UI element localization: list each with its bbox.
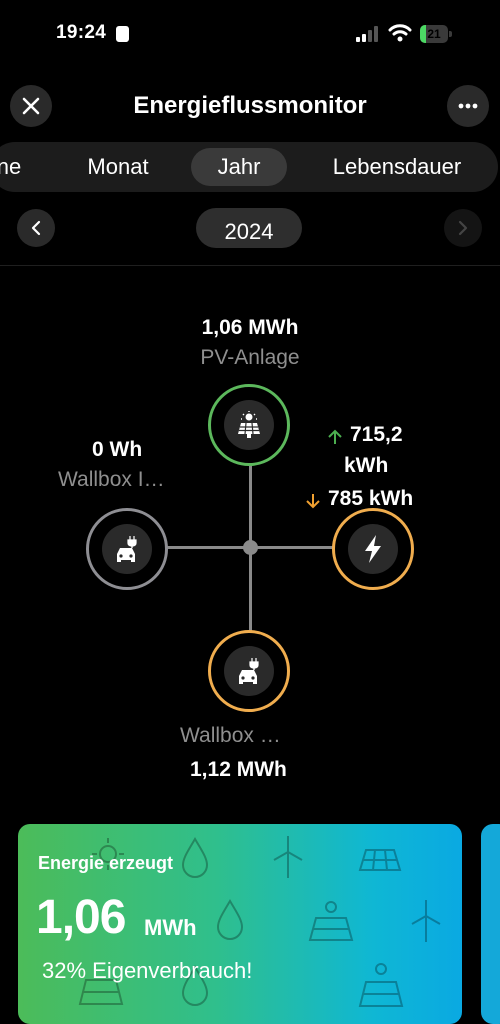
ev-car-icon (117, 536, 137, 562)
battery-icon: 21 (420, 25, 452, 43)
more-button[interactable] (447, 85, 489, 127)
grid-export-value: 715,2 (350, 423, 403, 446)
grid-export-unit: kWh (344, 454, 389, 477)
water-drop-icon (216, 899, 244, 940)
card-unit: MWh (144, 915, 197, 940)
wifi-icon (388, 24, 412, 42)
tab-lebensdauer[interactable]: Lebensdauer (312, 142, 482, 192)
chevron-right-icon (458, 220, 468, 236)
lightning-icon (365, 535, 381, 563)
tab-monat[interactable]: Monat (70, 142, 166, 192)
flow-center-dot (243, 540, 258, 555)
ev-car-icon (239, 658, 259, 684)
card-title: Energie erzeugt (38, 853, 174, 873)
wallbox-left-value: 0 Wh (92, 438, 143, 461)
wallbox-bottom-node[interactable] (208, 630, 290, 712)
tab-woche[interactable]: ne (0, 142, 24, 192)
wallbox-bottom-value: 1,12 MWh (190, 758, 287, 781)
status-time: 19:24 (56, 22, 107, 43)
divider (0, 265, 500, 266)
pv-label: PV-Anlage (200, 346, 300, 369)
water-drop-icon (181, 837, 209, 878)
card-value: 1,06 (36, 891, 126, 944)
card-subtitle: 32% Eigenverbrauch! (42, 958, 253, 983)
wallbox-bottom-label: Wallbox … (180, 724, 281, 747)
chevron-left-icon (31, 220, 41, 236)
id-card-icon (116, 26, 129, 42)
next-year-button[interactable] (444, 209, 482, 247)
solar-panel-icon (238, 411, 260, 438)
battery-percent: 21 (427, 27, 441, 41)
wallbox-left-label: Wallbox I… (58, 468, 165, 491)
tab-jahr[interactable]: Jahr (191, 142, 287, 192)
cellular-signal-icon (356, 26, 378, 42)
solar-panel-icon (308, 901, 354, 941)
wallbox-left-node[interactable] (86, 508, 168, 590)
arrow-up-icon (328, 429, 342, 444)
grid-node[interactable] (332, 508, 414, 590)
arrow-down-icon (306, 494, 320, 509)
next-card-peek[interactable] (481, 824, 500, 1024)
more-dots-icon (458, 103, 478, 109)
solar-panel-icon (358, 849, 402, 871)
year-label: 2024 (224, 219, 274, 244)
pv-node[interactable] (208, 384, 290, 466)
previous-year-button[interactable] (17, 209, 55, 247)
wind-turbine-icon (411, 900, 441, 942)
solar-panel-icon (358, 963, 404, 1007)
wind-turbine-icon (273, 836, 303, 878)
pv-value: 1,06 MWh (201, 316, 299, 339)
page-title: Energieflussmonitor (133, 92, 367, 119)
